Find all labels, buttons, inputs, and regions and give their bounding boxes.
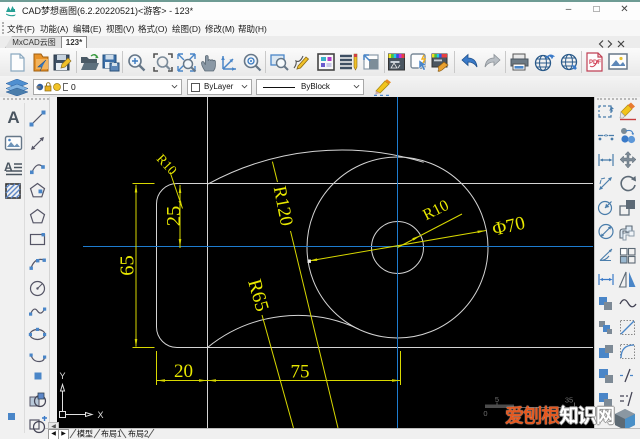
svg-text:25: 25	[163, 206, 185, 227]
svg-text:A: A	[4, 160, 13, 174]
svg-text:0: 0	[483, 409, 487, 418]
svg-text:35: 35	[565, 396, 573, 405]
svg-text:模型: 模型	[77, 429, 93, 439]
svg-text:65: 65	[117, 255, 139, 276]
svg-text:Y: Y	[59, 371, 65, 381]
svg-text:20: 20	[174, 361, 193, 382]
svg-text:5: 5	[495, 395, 499, 404]
svg-text:布局1: 布局1	[101, 429, 122, 439]
svg-text:X: X	[97, 410, 103, 420]
svg-text:75: 75	[291, 362, 310, 383]
svg-text:布局2: 布局2	[128, 429, 149, 439]
